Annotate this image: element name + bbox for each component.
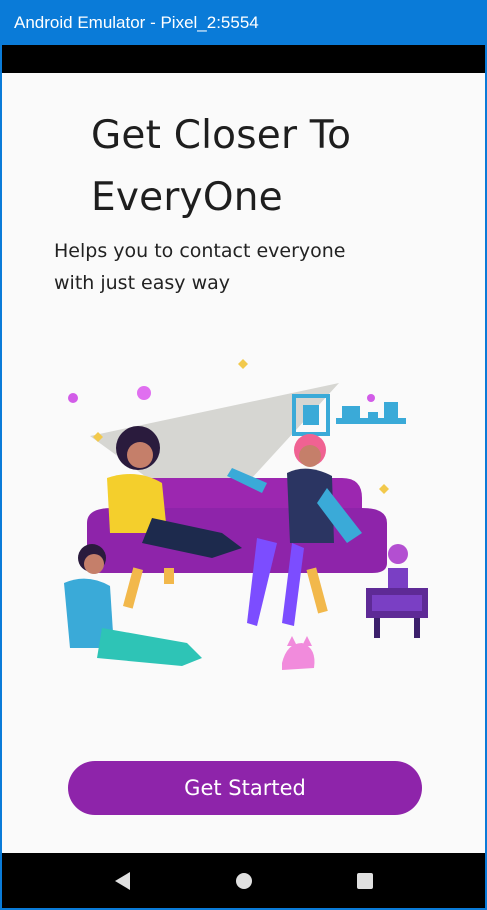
drink-cup <box>164 568 174 584</box>
sofa-leg <box>306 567 328 614</box>
person-face <box>127 442 153 468</box>
sparkle-star <box>238 359 248 369</box>
recents-icon <box>356 872 373 889</box>
sparkle-star <box>379 484 389 494</box>
sofa-leg <box>122 567 144 609</box>
person-face <box>299 445 321 467</box>
friends-on-couch-illustration <box>42 358 442 698</box>
headline: Get Closer To EveryOne <box>91 105 451 229</box>
window-title: Android Emulator - Pixel_2:5554 <box>14 12 259 32</box>
subtitle-line-2: with just easy way <box>54 272 231 294</box>
home-icon <box>235 872 252 889</box>
person-legs <box>97 628 202 666</box>
sparkle-dot <box>137 386 151 400</box>
sparkle-dot <box>68 393 78 403</box>
wall-frame-inner <box>303 405 319 425</box>
android-nav-bar <box>2 853 485 908</box>
headline-line-2: EveryOne <box>91 175 283 220</box>
plant-pot <box>388 568 408 588</box>
headline-line-1: Get Closer To <box>91 113 352 158</box>
back-button[interactable] <box>103 861 143 901</box>
home-button[interactable] <box>224 861 264 901</box>
emulator-title-bar: Android Emulator - Pixel_2:5554 <box>0 0 487 45</box>
get-started-label: Get Started <box>184 776 306 800</box>
sparkle-dot <box>367 394 375 402</box>
plant-leaves <box>388 544 408 564</box>
subtitle-line-1: Helps you to contact everyone <box>54 240 346 262</box>
wall-shelf <box>336 418 406 424</box>
recents-button[interactable] <box>345 861 385 901</box>
get-started-button[interactable]: Get Started <box>68 761 422 815</box>
person-face <box>84 554 104 574</box>
cat <box>282 643 315 670</box>
subtitle: Helps you to contact everyone with just … <box>54 235 414 299</box>
back-icon <box>114 871 130 890</box>
app-screen: Get Closer To EveryOne Helps you to cont… <box>2 73 485 853</box>
illustration-svg <box>64 359 428 670</box>
device-frame: Get Closer To EveryOne Helps you to cont… <box>2 45 485 908</box>
